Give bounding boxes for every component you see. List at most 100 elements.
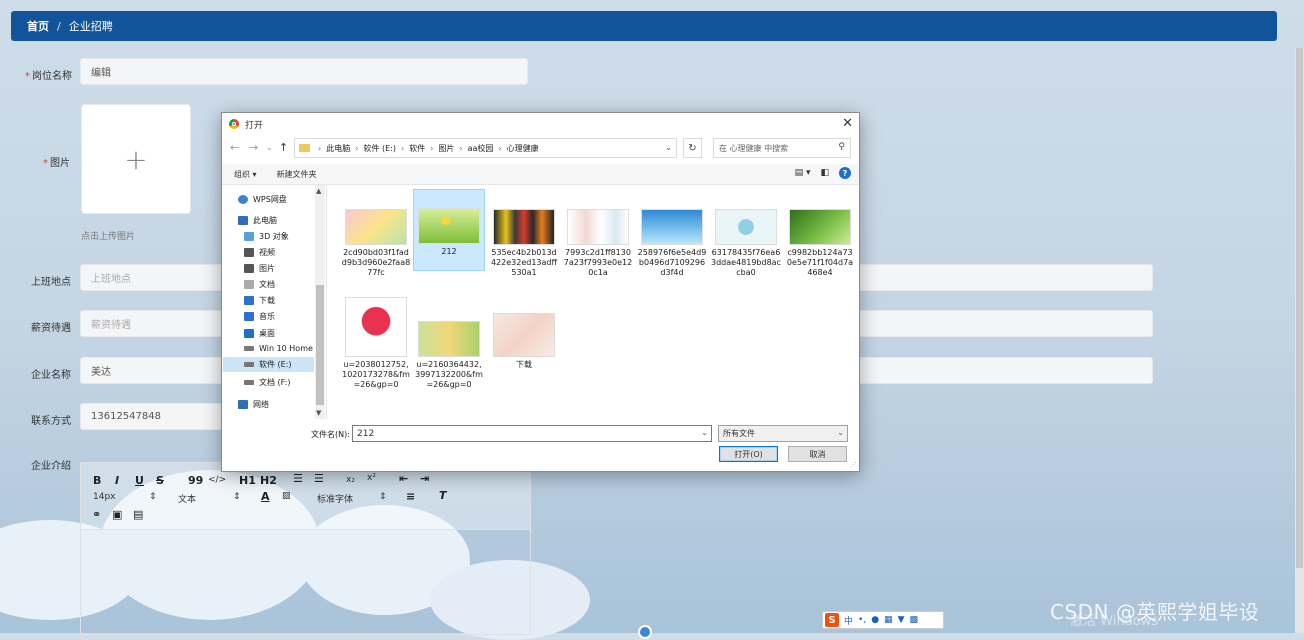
indent-decrease-icon[interactable]: ⇤ [399, 472, 408, 485]
file-item[interactable]: 2cd90bd03f1fadd9b3d960e2faa877fc [340, 189, 412, 278]
chevron-down-icon[interactable]: ⌄ [701, 428, 708, 437]
file-item[interactable]: u=2160364432,3997132200&fm=26&gp=0 [413, 297, 485, 390]
file-name: 2cd90bd03f1fadd9b3d960e2faa877fc [341, 248, 411, 277]
file-item[interactable]: 下载 [488, 297, 560, 370]
toolbox-icon[interactable]: ▩ [909, 615, 918, 625]
sidebar-item-this-pc[interactable]: 此电脑 [238, 215, 277, 226]
address-crumb[interactable]: 心理健康 [507, 143, 539, 154]
font-family-select[interactable]: 标准字体 [317, 492, 353, 505]
sidebar-item-pictures[interactable]: 图片 [244, 263, 275, 274]
folder-icon [299, 144, 310, 152]
file-open-dialog[interactable]: 打开 ✕ ← → ⌄ ↑ › 此电脑 › 软件 (E:) › 软件 › 图片 ›… [221, 112, 860, 472]
sogou-icon[interactable]: S [825, 613, 839, 627]
address-crumb[interactable]: 图片 [438, 143, 454, 154]
sidebar-scrollbar[interactable]: ▲ ▼ [315, 185, 325, 419]
scroll-down-icon[interactable]: ▼ [316, 409, 321, 417]
back-icon[interactable]: ← [230, 141, 239, 154]
indent-increase-icon[interactable]: ⇥ [420, 472, 429, 485]
h2-button[interactable]: H2 [260, 474, 277, 487]
resize-grip-icon[interactable]: ⋰ [850, 461, 857, 469]
search-input[interactable]: 在 心理健康 中搜索 ⚲ [713, 138, 851, 158]
sidebar-item-network[interactable]: 网络 [238, 399, 269, 410]
cancel-button[interactable]: 取消 [788, 446, 847, 462]
link-icon[interactable]: ⚭ [92, 508, 101, 521]
recent-dropdown-icon[interactable]: ⌄ [266, 143, 273, 152]
punctuation-icon[interactable]: •, [858, 615, 866, 625]
strike-button[interactable]: S [156, 474, 164, 487]
breadcrumb-home[interactable]: 首页 [27, 18, 49, 34]
sidebar-item-documents[interactable]: 文档 [244, 279, 275, 290]
address-crumb[interactable]: 软件 (E:) [363, 143, 396, 154]
file-item-selected[interactable]: 212 [413, 189, 485, 271]
page-scrollbar[interactable] [1295, 48, 1304, 633]
keyboard-icon[interactable]: ▦ [884, 615, 893, 625]
sidebar-item-3d[interactable]: 3D 对象 [244, 231, 289, 242]
sidebar-item-desktop[interactable]: 桌面 [244, 328, 275, 339]
video-icon[interactable]: ▤ [133, 508, 143, 521]
chevron-down-icon[interactable]: ⌄ [665, 143, 672, 152]
sidebar-item-drive-e[interactable]: 软件 (E:) [223, 357, 314, 372]
file-item[interactable]: 535ec4b2b013d422e32ed13adff530a1 [488, 189, 560, 278]
address-crumb[interactable]: aa校园 [468, 143, 494, 154]
bullet-list-icon[interactable]: ☰ [314, 472, 324, 485]
open-button[interactable]: 打开(O) [719, 446, 778, 462]
image-icon[interactable]: ▣ [112, 508, 122, 521]
help-icon[interactable]: ? [839, 167, 851, 179]
skin-icon[interactable]: ▼ [898, 615, 905, 625]
scroll-up-icon[interactable]: ▲ [316, 187, 321, 195]
font-size-select[interactable]: 14px [93, 492, 116, 502]
address-crumb[interactable]: 软件 [409, 143, 425, 154]
background-color-icon[interactable]: ▨ [282, 491, 291, 501]
filename-input[interactable]: 212 ⌄ [352, 425, 712, 442]
close-icon[interactable]: ✕ [842, 116, 853, 131]
ordered-list-icon[interactable]: ☰ [293, 472, 303, 485]
h1-button[interactable]: H1 [239, 474, 256, 487]
new-folder-button[interactable]: 新建文件夹 [277, 169, 317, 180]
file-item[interactable]: 7993c2d1ff81307a23f7993e0e120c1a [562, 189, 634, 278]
align-icon[interactable]: ≡ [406, 490, 415, 503]
preview-pane-icon[interactable]: ◧ [820, 168, 829, 178]
sidebar-item-drive-c[interactable]: Win 10 Home [244, 344, 313, 353]
contact-input[interactable]: 13612547848 [80, 403, 222, 430]
sidebar-item-video[interactable]: 视频 [244, 247, 275, 258]
file-item[interactable]: 63178435f76ea63ddae4819bd8accba0 [710, 189, 782, 278]
quote-button[interactable]: 99 [188, 474, 203, 487]
forward-icon[interactable]: → [249, 141, 258, 154]
subscript-button[interactable]: x₂ [346, 475, 355, 485]
address-crumb[interactable]: 此电脑 [326, 143, 350, 154]
underline-button[interactable]: U [135, 474, 144, 487]
chevron-right-icon: › [318, 143, 322, 153]
contact-label: 联系方式 [31, 416, 71, 427]
ime-language[interactable]: 中 [844, 614, 853, 627]
sidebar-item-downloads[interactable]: 下载 [244, 295, 275, 306]
sidebar-item-wps[interactable]: WPS网盘 [238, 194, 287, 205]
ime-toolbar[interactable]: S 中 •, ● ▦ ▼ ▩ [822, 611, 944, 629]
sidebar-item-music[interactable]: 音乐 [244, 311, 275, 322]
refresh-icon[interactable]: ↻ [683, 138, 702, 158]
file-name: u=2160364432,3997132200&fm=26&gp=0 [415, 360, 483, 389]
scrollbar-thumb[interactable] [316, 285, 324, 405]
view-menu-icon[interactable]: ▤ ▾ [795, 168, 811, 178]
filetype-select[interactable]: 所有文件 ⌄ [718, 425, 848, 442]
image-upload-button[interactable]: + [81, 104, 191, 214]
code-button[interactable]: </> [208, 475, 226, 485]
rich-text-editor[interactable]: B I U S 99 </> H1 H2 ☰ ☰ x₂ x² ⇤ ⇥ 14px … [80, 462, 531, 635]
sidebar-item-drive-f[interactable]: 文档 (F:) [244, 377, 290, 388]
address-bar[interactable]: › 此电脑 › 软件 (E:) › 软件 › 图片 › aa校园 › 心理健康 … [294, 138, 677, 158]
file-item[interactable]: 258976f6e5e4d9b0496d7109296d3f4d [636, 189, 708, 278]
file-item[interactable]: c9982bb124a730e5e71f1f04d7a468e4 [784, 189, 856, 278]
file-item[interactable]: u=2038012752,1020173278&fm=26&gp=0 [340, 297, 412, 390]
position-name-input[interactable]: 编辑 [80, 58, 528, 85]
italic-button[interactable]: I [115, 474, 119, 487]
text-type-select[interactable]: 文本 [178, 492, 196, 505]
font-color-icon[interactable]: A [261, 490, 270, 503]
dialog-titlebar[interactable]: 打开 ✕ [222, 113, 859, 135]
clear-format-icon[interactable]: T [439, 489, 447, 502]
organize-button[interactable]: 组织 ▾ [234, 169, 257, 180]
microphone-icon[interactable]: ● [871, 615, 879, 625]
music-icon [244, 312, 254, 321]
chevron-down-icon[interactable]: ⌄ [837, 428, 844, 437]
superscript-button[interactable]: x² [367, 473, 376, 483]
bold-button[interactable]: B [93, 474, 101, 487]
up-icon[interactable]: ↑ [279, 141, 288, 154]
